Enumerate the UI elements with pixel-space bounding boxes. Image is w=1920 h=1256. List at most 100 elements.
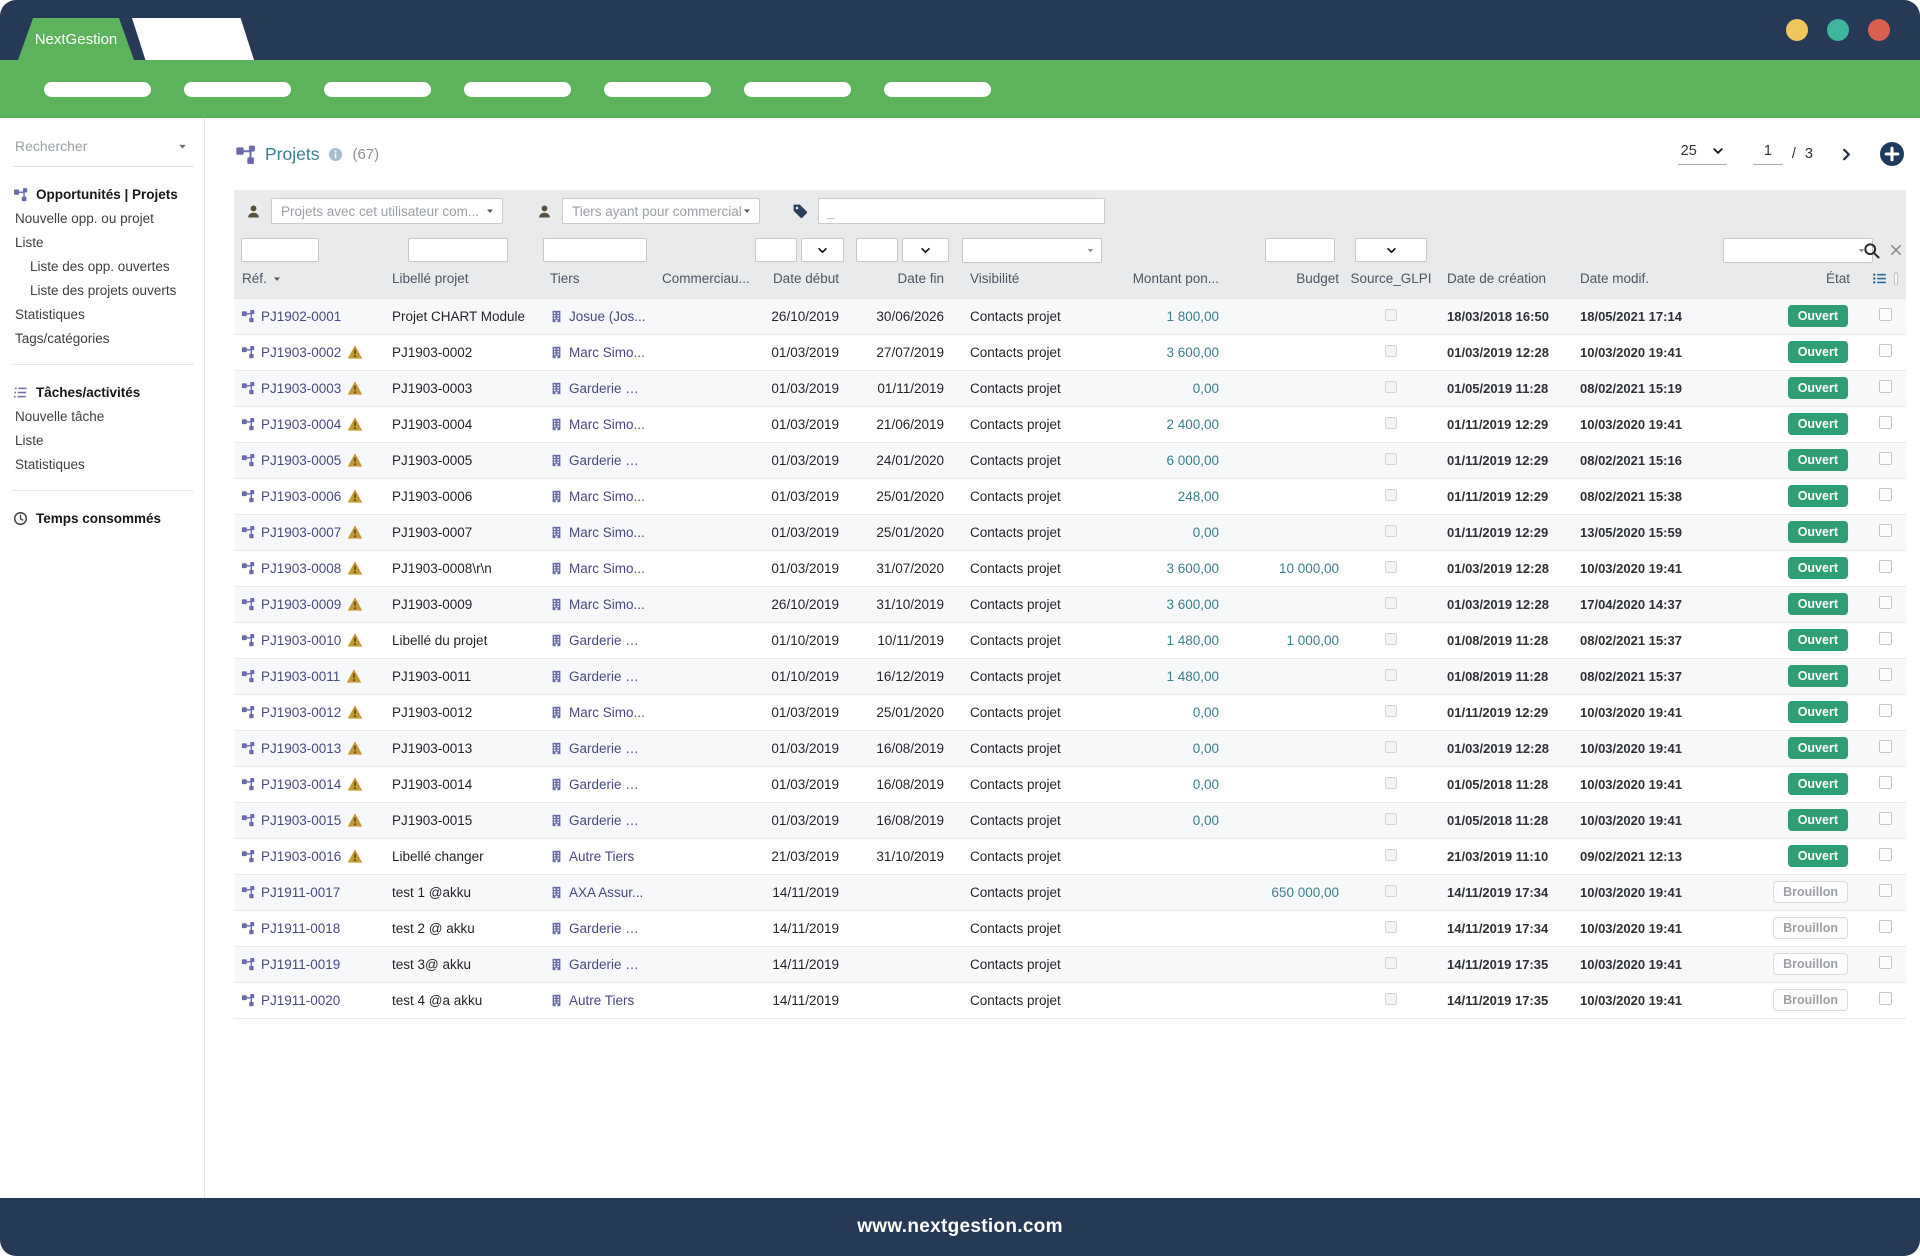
source-glpi-checkbox[interactable] (1385, 381, 1397, 393)
tiers-link[interactable]: Autre Tiers (569, 993, 634, 1008)
row-select-checkbox[interactable] (1879, 524, 1892, 537)
filter-visibility-select[interactable] (962, 238, 1102, 263)
filter-date-end-input[interactable] (856, 238, 898, 262)
tiers-link[interactable]: Marc Simo... (569, 561, 645, 576)
window-dot-green[interactable] (1827, 19, 1849, 41)
project-ref-link[interactable]: PJ1911-0017 (261, 885, 340, 900)
tiers-link[interactable]: Garderie C... (569, 381, 646, 396)
tiers-link[interactable]: Josue (Jos... (569, 309, 646, 324)
source-glpi-checkbox[interactable] (1385, 813, 1397, 825)
tiers-link[interactable]: Garderie C... (569, 741, 646, 756)
filter-date-end-period-select[interactable] (902, 238, 949, 262)
project-ref-link[interactable]: PJ1903-0004 (261, 417, 341, 432)
row-select-checkbox[interactable] (1879, 452, 1892, 465)
row-select-checkbox[interactable] (1879, 740, 1892, 753)
column-header-modified[interactable]: Date modif. (1570, 268, 1722, 298)
menu-pill[interactable] (324, 82, 431, 97)
page-size-select[interactable]: 25 (1678, 143, 1727, 165)
source-glpi-checkbox[interactable] (1385, 669, 1397, 681)
row-select-checkbox[interactable] (1879, 560, 1892, 573)
filter-label-input[interactable] (408, 238, 508, 262)
project-ref-link[interactable]: PJ1902-0001 (261, 309, 341, 324)
source-glpi-checkbox[interactable] (1385, 777, 1397, 789)
filter-date-start-period-select[interactable] (801, 238, 844, 262)
source-glpi-checkbox[interactable] (1385, 417, 1397, 429)
filter-date-start-input[interactable] (755, 238, 797, 262)
window-dot-yellow[interactable] (1786, 19, 1808, 41)
row-select-checkbox[interactable] (1879, 884, 1892, 897)
filter-tiers-input[interactable] (543, 238, 647, 262)
sidebar-item[interactable]: Statistiques (13, 452, 194, 476)
page-current-input[interactable]: 1 (1753, 143, 1783, 165)
project-ref-link[interactable]: PJ1903-0007 (261, 525, 341, 540)
tiers-link[interactable]: Garderie C... (569, 777, 646, 792)
column-header-status[interactable]: État (1722, 268, 1864, 298)
sidebar-item[interactable]: Tags/catégories (13, 326, 194, 350)
next-page-button[interactable] (1839, 147, 1854, 162)
menu-pill[interactable] (464, 82, 571, 97)
sidebar-item[interactable]: Nouvelle tâche (13, 404, 194, 428)
project-ref-link[interactable]: PJ1903-0009 (261, 597, 341, 612)
column-header-tiers[interactable]: Tiers (542, 268, 654, 298)
menu-pill[interactable] (744, 82, 851, 97)
tiers-link[interactable]: Garderie C... (569, 921, 646, 936)
row-select-checkbox[interactable] (1879, 488, 1892, 501)
row-select-checkbox[interactable] (1879, 380, 1892, 393)
column-header-date-start[interactable]: Date début (754, 268, 847, 298)
row-select-checkbox[interactable] (1879, 956, 1892, 969)
menu-pill[interactable] (184, 82, 291, 97)
column-header-visibility[interactable]: Visibilité (952, 268, 1102, 298)
row-select-checkbox[interactable] (1879, 416, 1892, 429)
project-ref-link[interactable]: PJ1903-0005 (261, 453, 341, 468)
source-glpi-checkbox[interactable] (1385, 921, 1397, 933)
column-header-amount[interactable]: Montant pon... (1102, 268, 1227, 298)
menu-pill[interactable] (44, 82, 151, 97)
source-glpi-checkbox[interactable] (1385, 705, 1397, 717)
menu-pill[interactable] (884, 82, 991, 97)
source-glpi-checkbox[interactable] (1385, 741, 1397, 753)
project-ref-link[interactable]: PJ1903-0012 (261, 705, 341, 720)
tiers-link[interactable]: Garderie C... (569, 453, 646, 468)
project-ref-link[interactable]: PJ1903-0002 (261, 345, 341, 360)
clear-filters-button[interactable] (1889, 243, 1903, 257)
row-select-checkbox[interactable] (1879, 668, 1892, 681)
column-header-glpi[interactable]: Source_GLPI (1347, 268, 1435, 298)
sidebar-item[interactable]: Liste des projets ouverts (13, 278, 194, 302)
row-select-checkbox[interactable] (1879, 632, 1892, 645)
column-header-budget[interactable]: Budget (1227, 268, 1347, 298)
search-button[interactable] (1863, 242, 1880, 259)
source-glpi-checkbox[interactable] (1385, 993, 1397, 1005)
row-select-checkbox[interactable] (1879, 848, 1892, 861)
column-header-label[interactable]: Libellé projet (384, 268, 542, 298)
source-glpi-checkbox[interactable] (1385, 633, 1397, 645)
secondary-tab[interactable] (132, 18, 254, 60)
source-glpi-checkbox[interactable] (1385, 885, 1397, 897)
brand-tab[interactable]: NextGestion (18, 18, 134, 60)
column-header-commercial[interactable]: Commerciau... (654, 268, 754, 298)
project-ref-link[interactable]: PJ1903-0014 (261, 777, 341, 792)
tiers-link[interactable]: Marc Simo... (569, 525, 645, 540)
source-glpi-checkbox[interactable] (1385, 561, 1397, 573)
project-ref-link[interactable]: PJ1911-0018 (261, 921, 340, 936)
filter-ref-input[interactable] (241, 238, 319, 262)
filter-glpi-select[interactable] (1355, 238, 1427, 262)
source-glpi-checkbox[interactable] (1385, 453, 1397, 465)
info-icon[interactable] (328, 147, 343, 162)
project-ref-link[interactable]: PJ1903-0006 (261, 489, 341, 504)
column-header-created[interactable]: Date de création (1435, 268, 1570, 298)
row-select-checkbox[interactable] (1879, 596, 1892, 609)
column-selector-button[interactable] (1872, 271, 1887, 286)
source-glpi-checkbox[interactable] (1385, 597, 1397, 609)
row-select-checkbox[interactable] (1879, 344, 1892, 357)
source-glpi-checkbox[interactable] (1385, 849, 1397, 861)
project-ref-link[interactable]: PJ1903-0015 (261, 813, 341, 828)
project-ref-link[interactable]: PJ1903-0010 (261, 633, 341, 648)
row-select-checkbox[interactable] (1879, 920, 1892, 933)
tiers-link[interactable]: Garderie C... (569, 633, 646, 648)
row-select-checkbox[interactable] (1879, 812, 1892, 825)
project-ref-link[interactable]: PJ1903-0008 (261, 561, 341, 576)
sidebar-item[interactable]: Liste (13, 428, 194, 452)
sidebar-item[interactable]: Statistiques (13, 302, 194, 326)
row-select-checkbox[interactable] (1879, 992, 1892, 1005)
tiers-link[interactable]: Garderie C... (569, 957, 646, 972)
